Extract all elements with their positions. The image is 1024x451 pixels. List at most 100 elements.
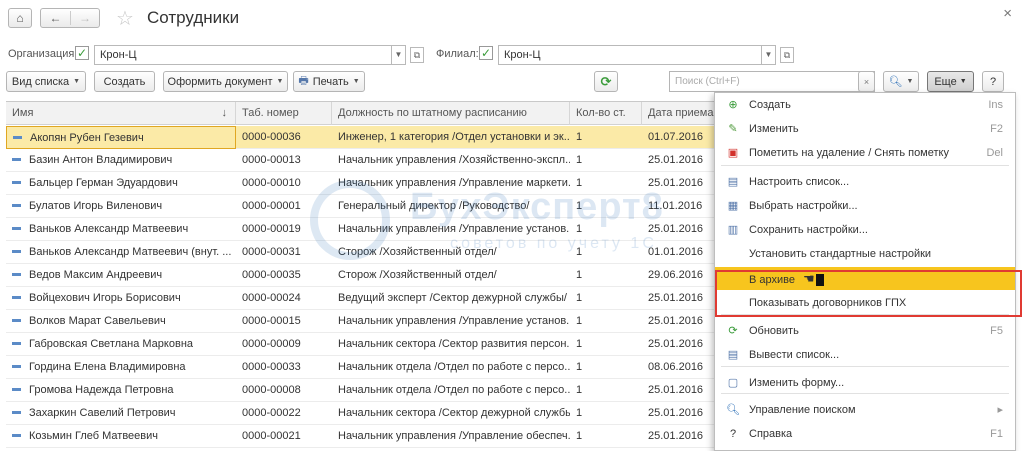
print-button[interactable]: 🖶 Печать ▼ [293,71,365,92]
table-row[interactable]: Гордина Елена Владимировна 0000-00033 Нача… [6,356,718,379]
table-cell: 1 [570,195,642,218]
menu-item-label: Настроить список... [749,175,850,188]
branch-field[interactable]: Крон-Ц [498,45,762,65]
menu-item[interactable]: ▤ Настроить список... [715,170,1015,193]
org-filter-checkbox[interactable]: ✓ [75,46,89,60]
branch-filter-checkbox[interactable]: ✓ [479,46,493,60]
create-label: Создать [103,75,146,88]
table-row[interactable]: Козьмин Глеб Матвеевич 0000-00021 Начальни… [6,425,718,448]
cell-text: 08.06.2016 [648,361,704,373]
refresh-icon: ⟳ [728,325,738,337]
table-cell: 08.06.2016 [642,356,718,379]
arrow-right-icon[interactable]: → [70,11,99,25]
org-field[interactable]: Крон-Ц [94,45,392,65]
help-icon: ? [729,427,737,440]
search-button[interactable]: 🔍︎ ▼ [883,71,919,92]
menu-item[interactable]: ⊕ Создать Ins [715,93,1015,116]
menu-item[interactable]: ▢ Изменить форму... [715,371,1015,394]
star-icon[interactable]: ☆ [116,6,134,31]
menu-item[interactable]: ▤ Вывести список... [715,343,1015,366]
table-row[interactable]: Булатов Игорь Виленович 0000-00001 Генерал… [6,195,718,218]
table-row[interactable]: Захаркин Савелий Петрович 0000-00022 Начал… [6,402,718,425]
arrow-left-icon[interactable]: ← [41,11,70,25]
cell-text: 0000-00022 [242,407,301,419]
menu-item[interactable]: ✎ Изменить F2 [715,117,1015,140]
table-cell: Громова Надежда Петровна [6,379,236,402]
cell-text: 1 [576,154,583,166]
menu-item-shortcut: Ins [988,98,1003,111]
employee-icon [12,387,21,391]
menu-item[interactable]: Установить стандартные настройки [715,242,1015,265]
table-cell: 1 [570,310,642,333]
cell-text: 29.06.2016 [648,269,704,281]
table-cell: 25.01.2016 [642,425,718,448]
cell-text: 1 [576,269,583,281]
table-row[interactable]: Волков Марат Савельевич 0000-00015 Начальн… [6,310,718,333]
help-button[interactable]: ? [982,71,1004,92]
table-row[interactable]: Ваньков Александр Матвеевич (внут. ... 00… [6,241,718,264]
table-cell: Войцехович Игорь Борисович [6,287,236,310]
table-row[interactable]: Акопян Рубен Гезевич 0000-00036 Инженер, 1… [6,126,718,149]
table-cell: Акопян Рубен Гезевич [6,126,236,149]
table-cell: 25.01.2016 [642,402,718,425]
table-row[interactable]: Бальцер Герман Эдуардович 0000-00010 Начал… [6,172,718,195]
cell-text: 11.01.2016 [648,200,703,212]
org-open-button[interactable]: ⧉ [410,47,424,63]
menu-item[interactable]: ▥ Сохранить настройки... [715,218,1015,241]
column-header-tab-number[interactable]: Таб. номер [236,102,332,125]
filter-bar: Организация: ✓ Крон-Ц ▼ ⧉ Филиал: ✓ Крон… [0,44,1024,66]
table-cell: 1 [570,425,642,448]
highlight-frame [715,270,1022,317]
export-list-icon: ▤ [727,349,739,361]
command-bar: Вид списка ▼ Создать Оформить документ ▼ 🖶… [0,70,1024,94]
branch-open-button[interactable]: ⧉ [780,47,794,63]
table-row[interactable]: Габровская Светлана Марковна 0000-00009 На… [6,333,718,356]
create-button[interactable]: Создать [94,71,155,92]
more-button[interactable]: Еще ▼ [927,71,974,92]
menu-item-label: Выбрать настройки... [749,199,858,212]
table-cell: 25.01.2016 [642,333,718,356]
menu-item-shortcut: Del [986,146,1003,159]
table-row[interactable]: Ваньков Александр Матвеевич 0000-00019 Нач… [6,218,718,241]
menu-item[interactable]: ⟳ Обновить F5 [715,319,1015,342]
search-input[interactable]: Поиск (Ctrl+F) [669,71,875,92]
title-bar: ⌂ ← → ☆ Сотрудники × [0,0,1024,38]
plus-icon: ⊕ [728,99,738,111]
employees-table: Имя ↓ Таб. номер Должность по штатному р… [6,101,718,451]
history-nav: ← → [40,8,100,28]
menu-item-shortcut: F5 [990,324,1003,337]
employee-icon [12,249,21,253]
table-row[interactable]: Базин Антон Владимирович 0000-00013 Началь… [6,149,718,172]
menu-item[interactable]: ? Справка F1 [715,422,1015,445]
view-list-button[interactable]: Вид списка ▼ [6,71,86,92]
column-header-rate-count[interactable]: Кол-во ст. [570,102,642,125]
close-icon[interactable]: × [1003,5,1012,22]
cell-text: 0000-00031 [242,246,301,258]
table-row[interactable]: Войцехович Игорь Борисович 0000-00024 Веду… [6,287,718,310]
cell-text: 1 [576,407,583,419]
cell-text: 25.01.2016 [648,430,704,442]
table-cell: Бальцер Герман Эдуардович [6,172,236,195]
cell-text: 0000-00019 [242,223,301,235]
branch-dropdown-button[interactable]: ▼ [762,45,776,65]
cell-text: Начальник управления /Управление установ… [338,223,570,235]
cell-text: 0000-00036 [242,131,301,143]
menu-item[interactable]: 🔍︎ Управление поиском ▸ [715,398,1015,421]
make-document-button[interactable]: Оформить документ ▼ [163,71,288,92]
table-cell: 1 [570,218,642,241]
column-header-position[interactable]: Должность по штатному расписанию [332,102,570,125]
home-button[interactable]: ⌂ [8,8,32,28]
table-cell: 0000-00019 [236,218,332,241]
table-row[interactable]: Ведов Максим Андреевич 0000-00035 Сторож /… [6,264,718,287]
search-clear-button[interactable]: × [858,71,875,92]
column-header-hire-date[interactable]: Дата приема [642,102,718,125]
cell-text: Генеральный директор /Руководство/ [338,200,530,212]
refresh-button[interactable]: ⟳ [594,71,618,92]
org-dropdown-button[interactable]: ▼ [392,45,406,65]
menu-item[interactable]: ▦ Выбрать настройки... [715,194,1015,217]
table-row[interactable]: Громова Надежда Петровна 0000-00008 Началь… [6,379,718,402]
make-document-label: Оформить документ [167,75,273,88]
column-header-name[interactable]: Имя ↓ [6,102,236,125]
menu-item[interactable]: ▣ Пометить на удаление / Снять пометку Del [715,141,1015,164]
table-cell: Сторож /Хозяйственный отдел/ [332,241,570,264]
